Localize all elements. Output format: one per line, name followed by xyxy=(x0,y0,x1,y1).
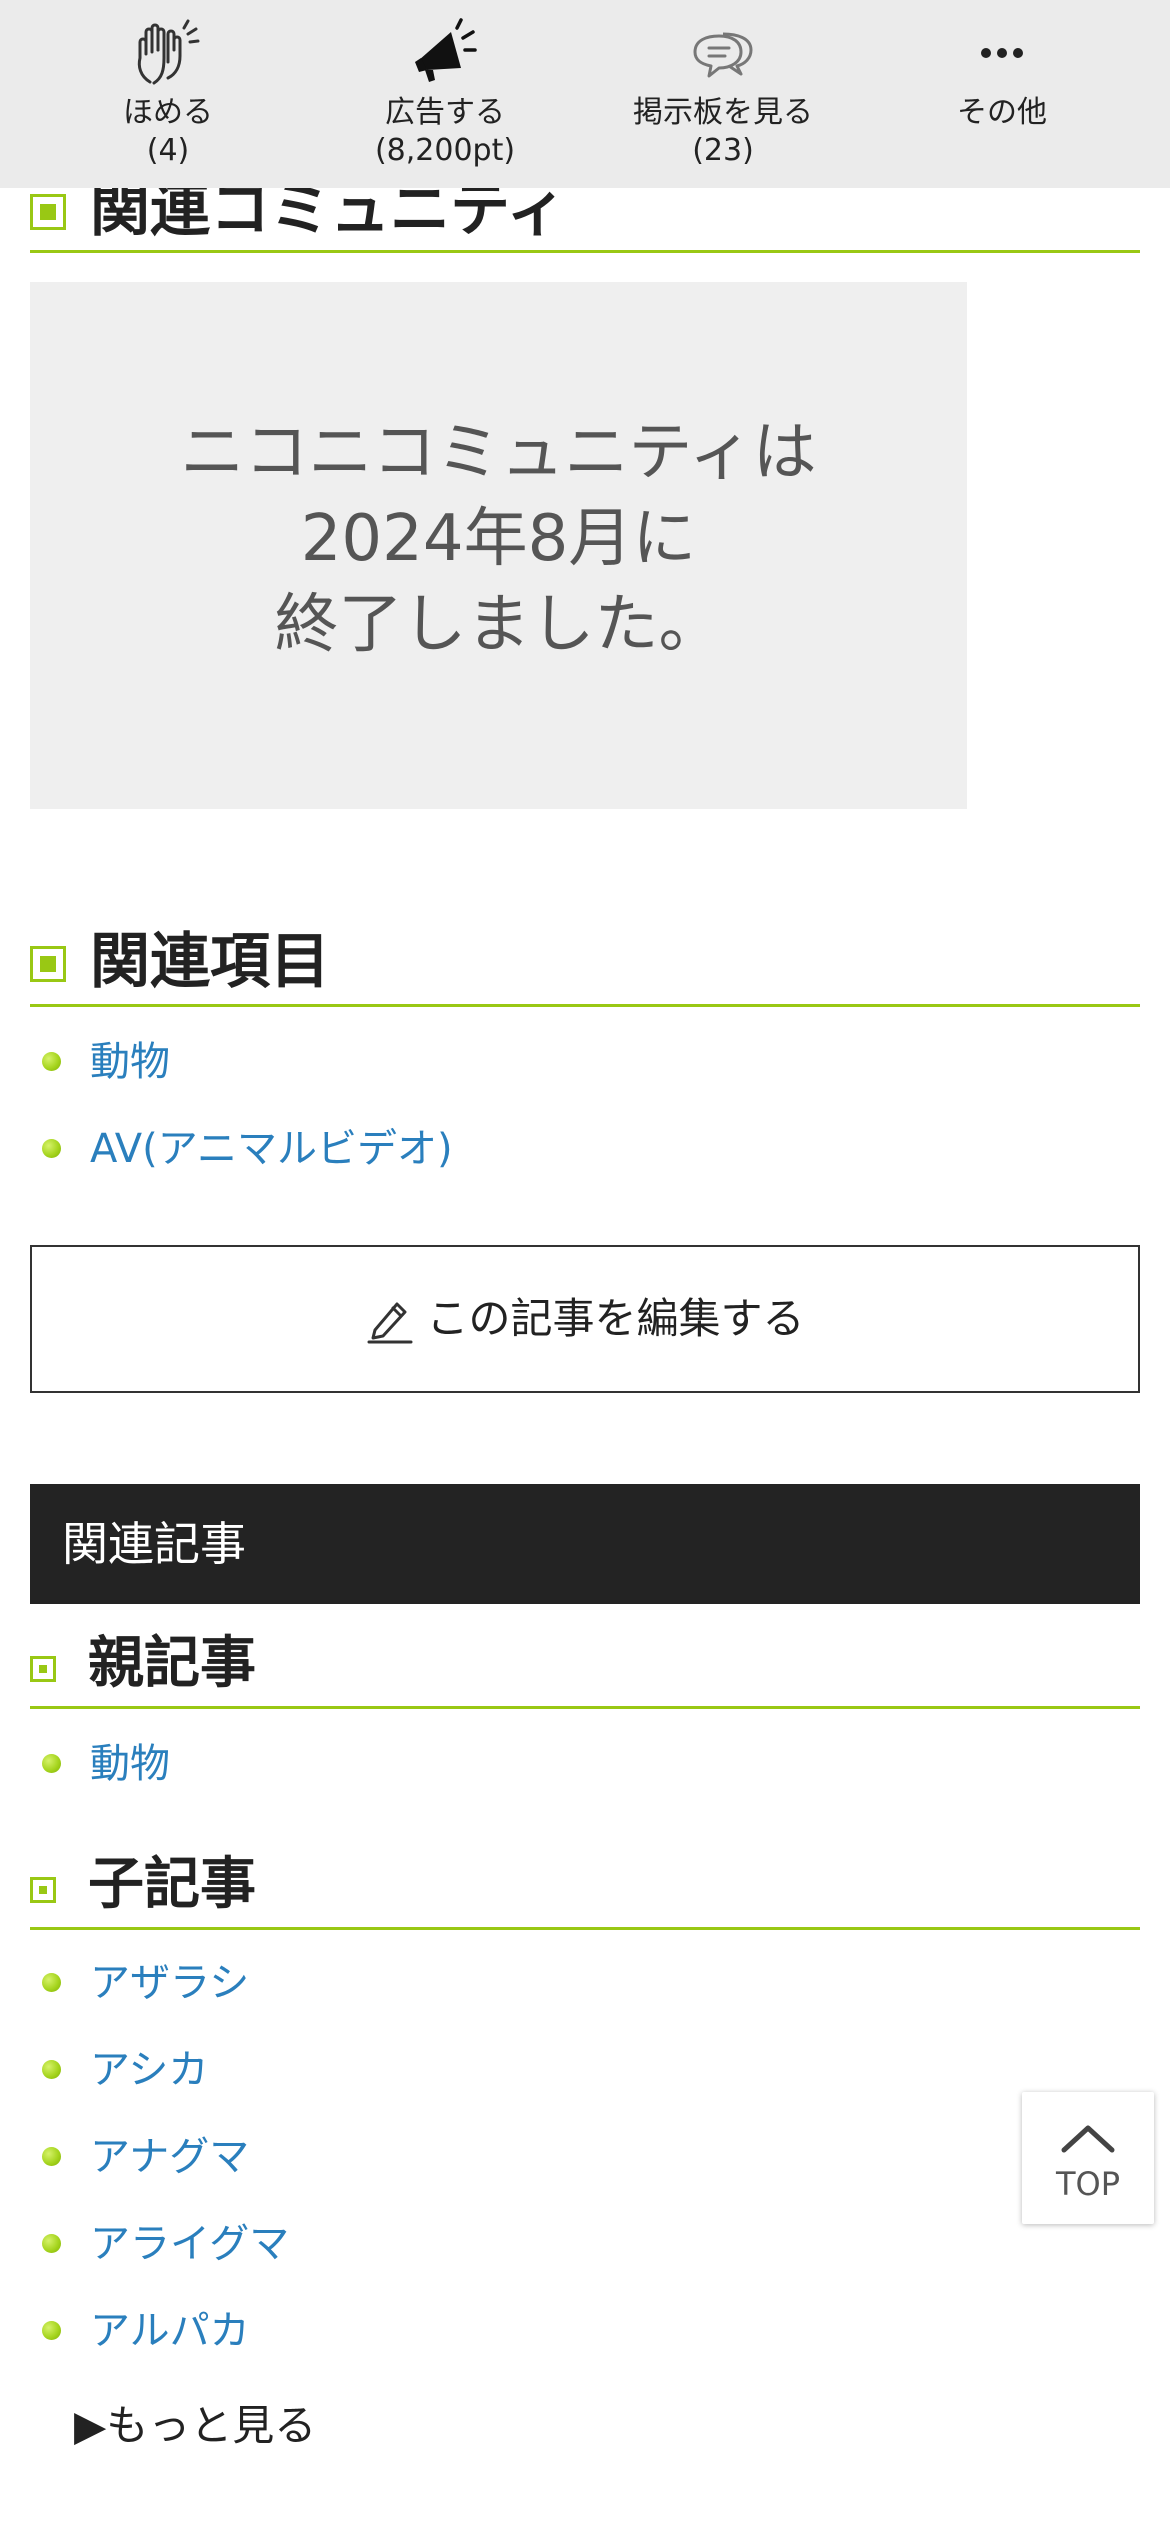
view-board-button[interactable]: 掲示板を見る (23) xyxy=(573,0,873,188)
clapping-hands-icon xyxy=(137,19,200,85)
community-ended-message: ニコニコミュニティは 2024年8月に 終了しました。 xyxy=(180,416,817,662)
heading-marker-icon xyxy=(30,194,66,230)
bullet-icon xyxy=(42,1139,61,1158)
edit-button-label: この記事を編集する xyxy=(426,1294,805,1343)
section-heading-parent-article: 親記事 xyxy=(30,1622,1140,1709)
bullet-icon xyxy=(42,2321,61,2340)
heading-marker-icon xyxy=(30,946,66,982)
bullet-icon xyxy=(42,2147,61,2166)
heading-marker-icon xyxy=(30,1877,56,1903)
scroll-to-top-button[interactable]: TOP xyxy=(1022,2092,1154,2224)
child-article-link[interactable]: アシカ xyxy=(90,2040,208,2100)
community-ended-notice: ニコニコミュニティは 2024年8月に 終了しました。 xyxy=(30,282,967,809)
action-toolbar: ほめる (4) 広告する (8,200pt) 掲示板を見る (23) その他 xyxy=(0,0,1170,188)
praise-label: ほめる xyxy=(123,95,213,130)
heading-text: 親記事 xyxy=(88,1631,256,1696)
top-button-label: TOP xyxy=(1055,2165,1121,2203)
advertise-button[interactable]: 広告する (8,200pt) xyxy=(295,0,595,188)
pencil-icon xyxy=(367,1302,413,1344)
edit-article-button[interactable]: この記事を編集する xyxy=(30,1245,1140,1393)
child-article-link[interactable]: アライグマ xyxy=(90,2214,289,2274)
chevron-up-icon xyxy=(1061,2125,1115,2153)
related-item-link[interactable]: AV(アニマルビデオ) xyxy=(90,1119,453,1179)
praise-button[interactable]: ほめる (4) xyxy=(18,0,318,188)
advertise-points: (8,200pt) xyxy=(374,133,516,168)
megaphone-icon xyxy=(415,18,477,82)
board-post-count: (23) xyxy=(692,133,754,168)
bullet-icon xyxy=(42,2060,61,2079)
child-article-link[interactable]: アナグマ xyxy=(90,2127,249,2187)
praise-count: (4) xyxy=(146,133,190,168)
heading-marker-icon xyxy=(30,1656,56,1682)
related-item-link[interactable]: 動物 xyxy=(90,1032,170,1092)
advertise-label: 広告する xyxy=(385,95,505,130)
related-articles-title: 関連記事 xyxy=(62,1517,246,1571)
bullet-icon xyxy=(42,1973,61,1992)
bullet-icon xyxy=(42,1754,61,1773)
view-board-label: 掲示板を見る xyxy=(633,95,813,130)
child-article-link[interactable]: アザラシ xyxy=(90,1953,249,2013)
speech-bubbles-icon xyxy=(693,32,753,78)
article-page: ほめる (4) 広告する (8,200pt) 掲示板を見る (23) その他 関… xyxy=(0,0,1170,2532)
related-articles-header: 関連記事 xyxy=(30,1484,1140,1604)
heading-text: 関連項目 xyxy=(90,927,330,997)
more-menu-button[interactable]: その他 xyxy=(852,0,1152,188)
bullet-icon xyxy=(42,1052,61,1071)
more-dots-icon xyxy=(981,48,1023,58)
section-heading-child-articles: 子記事 xyxy=(30,1843,1140,1930)
bullet-icon xyxy=(42,2234,61,2253)
more-menu-label: その他 xyxy=(957,95,1047,130)
section-heading-related-items: 関連項目 xyxy=(30,918,1140,1007)
edit-button-content: この記事を編集する xyxy=(32,1291,1138,1347)
heading-text: 子記事 xyxy=(88,1852,256,1917)
parent-article-link[interactable]: 動物 xyxy=(90,1734,170,1794)
child-article-link[interactable]: アルパカ xyxy=(90,2301,250,2361)
show-more-link[interactable]: ▶もっと見る xyxy=(74,2396,316,2456)
